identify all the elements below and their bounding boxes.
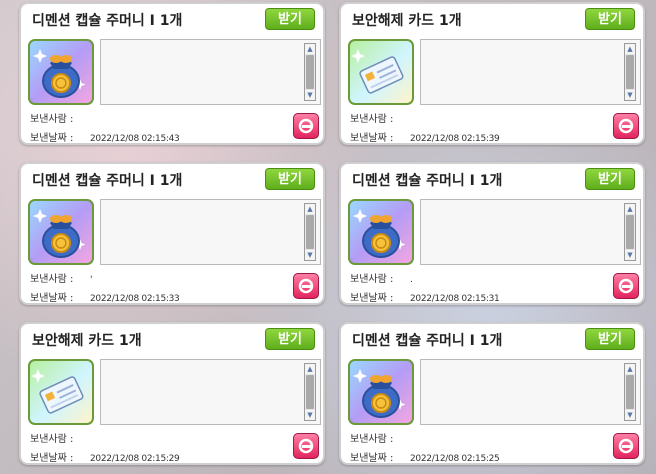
scrollbar[interactable]: ▲ ▼ bbox=[304, 43, 316, 101]
date-value: 2022/12/08 02:15:31 bbox=[410, 294, 500, 304]
date-label: 보낸날짜 : bbox=[350, 133, 394, 144]
sender-label: 보낸사람 : bbox=[350, 434, 394, 445]
scroll-down-icon[interactable]: ▼ bbox=[625, 410, 635, 420]
scroll-up-icon[interactable]: ▲ bbox=[305, 364, 315, 374]
scroll-down-icon[interactable]: ▼ bbox=[305, 410, 315, 420]
delete-button[interactable] bbox=[293, 273, 319, 299]
scrollbar[interactable]: ▲ ▼ bbox=[624, 43, 636, 101]
date-row: 보낸날짜 : 2022/12/08 02:15:31 bbox=[350, 289, 500, 304]
date-row: 보낸날짜 : 2022/12/08 02:15:33 bbox=[30, 289, 180, 304]
message-box[interactable]: ▲ ▼ bbox=[420, 39, 641, 105]
scrollbar[interactable]: ▲ ▼ bbox=[624, 363, 636, 421]
sender-row: 보낸사람 : bbox=[30, 110, 90, 125]
item-title: 보안해제 카드 1개 bbox=[352, 13, 462, 29]
scrollbar[interactable]: ▲ ▼ bbox=[624, 203, 636, 261]
item-title: 디멘션 캡슐 주머니 I 1개 bbox=[352, 173, 503, 189]
sender-label: 보낸사람 : bbox=[350, 274, 394, 285]
scrollbar[interactable]: ▲ ▼ bbox=[304, 363, 316, 421]
item-title: 디멘션 캡슐 주머니 I 1개 bbox=[352, 333, 503, 349]
date-label: 보낸날짜 : bbox=[350, 453, 394, 464]
sender-row: 보낸사람 : ' bbox=[30, 270, 93, 285]
sender-row: 보낸사람 : bbox=[350, 430, 410, 445]
pouch-icon bbox=[28, 39, 94, 105]
pouch-icon bbox=[28, 199, 94, 265]
receive-button[interactable]: 받기 bbox=[585, 8, 635, 30]
date-row: 보낸날짜 : 2022/12/08 02:15:29 bbox=[30, 449, 180, 464]
date-row: 보낸날짜 : 2022/12/08 02:15:43 bbox=[30, 129, 180, 144]
card-icon bbox=[28, 359, 94, 425]
receive-button[interactable]: 받기 bbox=[265, 328, 315, 350]
scroll-up-icon[interactable]: ▲ bbox=[625, 44, 635, 54]
item-title: 디멘션 캡슐 주머니 I 1개 bbox=[32, 173, 183, 189]
scrollbar[interactable]: ▲ ▼ bbox=[304, 203, 316, 261]
item-title: 보안해제 카드 1개 bbox=[32, 333, 142, 349]
scroll-thumb[interactable] bbox=[306, 375, 314, 409]
scroll-up-icon[interactable]: ▲ bbox=[305, 204, 315, 214]
pouch-icon bbox=[348, 359, 414, 425]
scroll-down-icon[interactable]: ▼ bbox=[625, 90, 635, 100]
date-value: 2022/12/08 02:15:43 bbox=[90, 134, 180, 144]
scroll-up-icon[interactable]: ▲ bbox=[305, 44, 315, 54]
gift-card: 디멘션 캡슐 주머니 I 1개 받기 ▲ ▼ 보낸사람 : ' 보낸날짜 : 202… bbox=[19, 162, 325, 305]
item-title: 디멘션 캡슐 주머니 I 1개 bbox=[32, 13, 183, 29]
delete-button[interactable] bbox=[293, 113, 319, 139]
scroll-thumb[interactable] bbox=[306, 55, 314, 89]
message-box[interactable]: ▲ ▼ bbox=[100, 39, 321, 105]
pouch-icon bbox=[348, 199, 414, 265]
message-box[interactable]: ▲ ▼ bbox=[420, 199, 641, 265]
sender-label: 보낸사람 : bbox=[30, 114, 74, 125]
scroll-up-icon[interactable]: ▲ bbox=[625, 204, 635, 214]
scroll-thumb[interactable] bbox=[626, 55, 634, 89]
date-value: 2022/12/08 02:15:25 bbox=[410, 454, 500, 464]
sender-value: ' bbox=[90, 275, 93, 285]
sender-row: 보낸사람 : bbox=[30, 430, 90, 445]
date-label: 보낸날짜 : bbox=[30, 453, 74, 464]
sender-value: . bbox=[410, 275, 413, 285]
delete-button[interactable] bbox=[293, 433, 319, 459]
receive-button[interactable]: 받기 bbox=[265, 8, 315, 30]
gift-card: 보안해제 카드 1개 받기 ▲ ▼ 보낸사람 : 보낸날짜 : 2022/12/0… bbox=[339, 2, 645, 145]
date-value: 2022/12/08 02:15:29 bbox=[90, 454, 180, 464]
gift-card: 보안해제 카드 1개 받기 ▲ ▼ 보낸사람 : 보낸날짜 : 2022/12/0… bbox=[19, 322, 325, 465]
receive-button[interactable]: 받기 bbox=[265, 168, 315, 190]
delete-button[interactable] bbox=[613, 433, 639, 459]
scroll-thumb[interactable] bbox=[626, 375, 634, 409]
sender-row: 보낸사람 : bbox=[350, 110, 410, 125]
gift-card: 디멘션 캡슐 주머니 I 1개 받기 ▲ ▼ 보낸사람 : 보낸날짜 : 2022… bbox=[19, 2, 325, 145]
scroll-down-icon[interactable]: ▼ bbox=[625, 250, 635, 260]
date-value: 2022/12/08 02:15:39 bbox=[410, 134, 500, 144]
scroll-thumb[interactable] bbox=[626, 215, 634, 249]
message-box[interactable]: ▲ ▼ bbox=[100, 359, 321, 425]
sender-label: 보낸사람 : bbox=[350, 114, 394, 125]
scroll-up-icon[interactable]: ▲ bbox=[625, 364, 635, 374]
scroll-thumb[interactable] bbox=[306, 215, 314, 249]
scroll-down-icon[interactable]: ▼ bbox=[305, 90, 315, 100]
sender-row: 보낸사람 :. bbox=[350, 270, 413, 285]
message-box[interactable]: ▲ ▼ bbox=[100, 199, 321, 265]
card-icon bbox=[348, 39, 414, 105]
delete-button[interactable] bbox=[613, 273, 639, 299]
receive-button[interactable]: 받기 bbox=[585, 328, 635, 350]
message-box[interactable]: ▲ ▼ bbox=[420, 359, 641, 425]
date-row: 보낸날짜 : 2022/12/08 02:15:39 bbox=[350, 129, 500, 144]
date-label: 보낸날짜 : bbox=[30, 133, 74, 144]
date-value: 2022/12/08 02:15:33 bbox=[90, 294, 180, 304]
scroll-down-icon[interactable]: ▼ bbox=[305, 250, 315, 260]
gift-card: 디멘션 캡슐 주머니 I 1개 받기 ▲ ▼ 보낸사람 : 보낸날짜 : 2022… bbox=[339, 322, 645, 465]
date-label: 보낸날짜 : bbox=[30, 293, 74, 304]
sender-label: 보낸사람 : bbox=[30, 434, 74, 445]
gift-card: 디멘션 캡슐 주머니 I 1개 받기 ▲ ▼ 보낸사람 :. 보낸날짜 : 202… bbox=[339, 162, 645, 305]
date-row: 보낸날짜 : 2022/12/08 02:15:25 bbox=[350, 449, 500, 464]
sender-label: 보낸사람 : bbox=[30, 274, 74, 285]
date-label: 보낸날짜 : bbox=[350, 293, 394, 304]
delete-button[interactable] bbox=[613, 113, 639, 139]
receive-button[interactable]: 받기 bbox=[585, 168, 635, 190]
